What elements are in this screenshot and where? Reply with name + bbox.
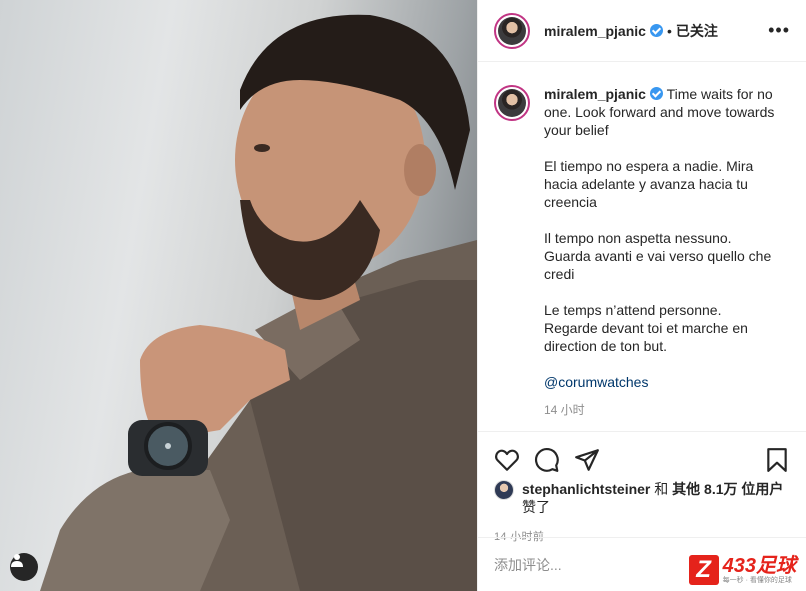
caption: miralem_pjanic Time waits for no one. Lo… — [494, 85, 790, 419]
caption-area: miralem_pjanic Time waits for no one. Lo… — [478, 63, 806, 431]
verified-badge-icon — [649, 24, 663, 37]
caption-body: miralem_pjanic Time waits for no one. Lo… — [544, 85, 778, 419]
caption-para-1: miralem_pjanic Time waits for no one. Lo… — [544, 85, 778, 139]
caption-verified-icon — [649, 87, 663, 100]
site-watermark: Z 433足球 每一秒 · 看懂你的足球 — [688, 555, 796, 585]
post-details-panel: miralem_pjanic • 已关注 ••• miralem_pjanic … — [477, 0, 806, 591]
separator-dot: • — [666, 22, 672, 39]
watermark-text: 433足球 每一秒 · 看懂你的足球 — [723, 556, 796, 585]
action-icons — [494, 440, 790, 480]
liker-avatar[interactable] — [494, 480, 514, 500]
bookmark-icon[interactable] — [764, 447, 790, 473]
caption-para-3: Il tempo non aspetta nessuno. Guarda ava… — [544, 230, 772, 282]
caption-time[interactable]: 14 小时 — [544, 401, 778, 419]
action-bar: stephanlichtsteiner 和 其他 8.1万 位用户 赞了 14 小… — [478, 431, 806, 544]
instagram-post-view: miralem_pjanic • 已关注 ••• miralem_pjanic … — [0, 0, 806, 591]
comment-input[interactable] — [494, 556, 674, 573]
caption-avatar[interactable] — [494, 85, 530, 121]
likes-and: 和 — [650, 481, 673, 497]
heart-icon[interactable] — [494, 447, 520, 473]
share-icon[interactable] — [574, 447, 600, 473]
likes-liked: 赞了 — [522, 499, 550, 515]
post-photo[interactable] — [0, 0, 477, 591]
caption-username[interactable]: miralem_pjanic — [544, 86, 646, 102]
author-username[interactable]: miralem_pjanic — [544, 23, 646, 39]
following-button[interactable]: 已关注 — [676, 21, 718, 41]
likes-others[interactable]: 其他 8.1万 位用户 — [672, 481, 783, 497]
likes-summary: stephanlichtsteiner 和 其他 8.1万 位用户赞了 — [494, 480, 790, 516]
post-header: miralem_pjanic • 已关注 ••• — [478, 0, 806, 62]
likes-text: stephanlichtsteiner 和 其他 8.1万 位用户赞了 — [522, 480, 790, 516]
caption-para-4: Le temps n’attend personne. Regarde deva… — [544, 302, 748, 354]
more-options-icon[interactable]: ••• — [768, 20, 790, 41]
post-image — [40, 14, 477, 591]
liker-username[interactable]: stephanlichtsteiner — [522, 481, 650, 497]
caption-para-2: El tiempo no espera a nadie. Mira hacia … — [544, 158, 754, 210]
tagged-users-button[interactable] — [10, 553, 38, 581]
author-avatar[interactable] — [494, 12, 530, 49]
caption-mention[interactable]: @corumwatches — [544, 373, 778, 391]
watermark-subtitle: 每一秒 · 看懂你的足球 — [722, 576, 792, 584]
watermark-title: 433足球 — [722, 554, 796, 577]
comment-icon[interactable] — [534, 447, 560, 473]
user-icon — [11, 554, 23, 567]
watermark-logo: Z — [688, 555, 719, 585]
